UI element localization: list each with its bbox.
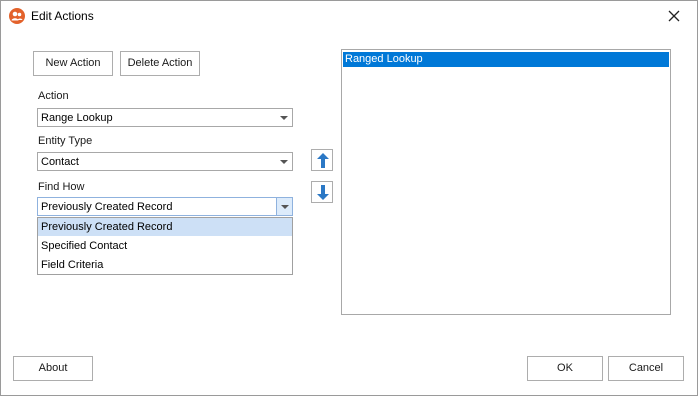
new-action-button[interactable]: New Action bbox=[33, 51, 113, 76]
action-select-value: Range Lookup bbox=[41, 112, 113, 124]
entity-type-label: Entity Type bbox=[38, 135, 93, 147]
chevron-down-icon[interactable] bbox=[276, 153, 292, 170]
window-title: Edit Actions bbox=[31, 9, 94, 23]
action-select[interactable]: Range Lookup bbox=[37, 108, 293, 127]
find-how-select[interactable]: Previously Created Record bbox=[37, 197, 293, 216]
about-button[interactable]: About bbox=[13, 356, 93, 381]
cancel-button[interactable]: Cancel bbox=[608, 356, 684, 381]
actions-list[interactable]: Ranged Lookup bbox=[341, 49, 671, 315]
edit-actions-dialog: Edit Actions New Action Delete Action Ac… bbox=[0, 0, 698, 396]
delete-action-button[interactable]: Delete Action bbox=[120, 51, 200, 76]
move-up-button[interactable] bbox=[311, 149, 333, 171]
entity-type-select[interactable]: Contact bbox=[37, 152, 293, 171]
find-how-dropdown: Previously Created Record Specified Cont… bbox=[37, 217, 293, 275]
list-item[interactable]: Ranged Lookup bbox=[343, 52, 669, 67]
chevron-down-icon[interactable] bbox=[276, 109, 292, 126]
arrow-up-icon bbox=[317, 153, 329, 168]
ok-button[interactable]: OK bbox=[527, 356, 603, 381]
dropdown-option[interactable]: Specified Contact bbox=[38, 237, 292, 255]
dropdown-option[interactable]: Field Criteria bbox=[38, 256, 292, 274]
entity-type-select-value: Contact bbox=[41, 156, 79, 168]
users-icon bbox=[9, 8, 25, 24]
action-label: Action bbox=[38, 90, 69, 102]
arrow-down-icon bbox=[317, 185, 329, 200]
dropdown-option[interactable]: Previously Created Record bbox=[38, 218, 292, 236]
title-bar: Edit Actions bbox=[1, 1, 697, 31]
close-icon[interactable] bbox=[665, 7, 683, 25]
find-how-select-value: Previously Created Record bbox=[41, 201, 173, 213]
find-how-label: Find How bbox=[38, 181, 85, 193]
chevron-down-icon[interactable] bbox=[276, 198, 292, 215]
move-down-button[interactable] bbox=[311, 181, 333, 203]
